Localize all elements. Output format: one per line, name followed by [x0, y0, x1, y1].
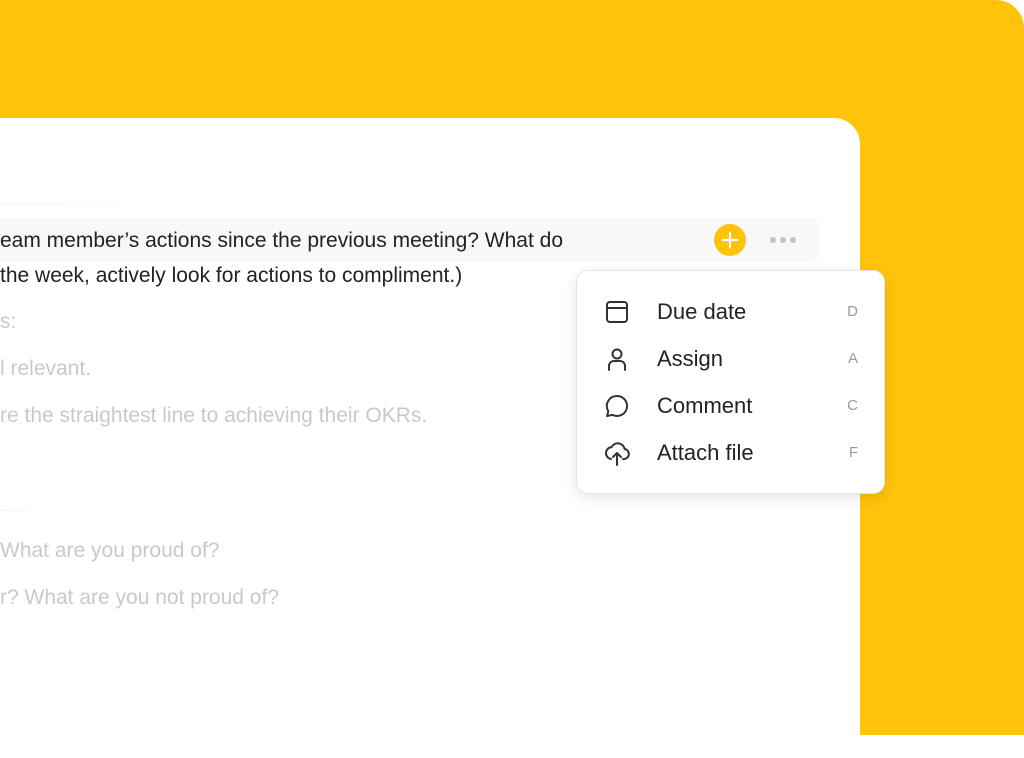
add-block-action-button[interactable] — [714, 224, 746, 256]
menu-item-attach-file[interactable]: Attach file F — [577, 431, 884, 475]
menu-item-label: Assign — [657, 346, 724, 371]
person-icon — [608, 348, 626, 371]
ellipsis-icon — [790, 237, 796, 243]
keyboard-shortcut: A — [847, 350, 858, 367]
calendar-icon — [606, 301, 628, 323]
document-line[interactable]: r? What are you not proud of? — [0, 584, 279, 612]
more-options-button[interactable] — [762, 230, 804, 250]
document-line[interactable]: re the straightest line to achieving the… — [0, 402, 427, 430]
document-line[interactable]: eam member’s actions since the previous … — [0, 227, 563, 255]
menu-item-comment[interactable]: Comment C — [577, 384, 884, 428]
document-line[interactable]: s: — [0, 308, 16, 336]
divider — [0, 204, 185, 205]
keyboard-shortcut: C — [847, 397, 858, 414]
document-line[interactable]: What are you proud of? — [0, 537, 219, 565]
menu-item-label: Comment — [657, 393, 753, 418]
menu-item-label: Due date — [657, 299, 747, 324]
menu-item-label: Attach file — [657, 440, 754, 465]
menu-item-assign[interactable]: Assign A — [577, 337, 884, 381]
ellipsis-icon — [770, 237, 776, 243]
block-action-menu: Due date D Assign A Comment C Attach fil… — [576, 270, 885, 494]
document-line[interactable]: the week, actively look for actions to c… — [0, 262, 462, 290]
menu-item-due-date[interactable]: Due date D — [577, 290, 884, 334]
comment-icon — [605, 394, 629, 417]
keyboard-shortcut: F — [848, 444, 858, 461]
divider — [0, 510, 48, 511]
ellipsis-icon — [780, 237, 786, 243]
plus-icon — [721, 231, 739, 249]
document-line[interactable]: l relevant. — [0, 355, 91, 383]
upload-cloud-icon — [605, 442, 630, 466]
keyboard-shortcut: D — [847, 303, 858, 320]
